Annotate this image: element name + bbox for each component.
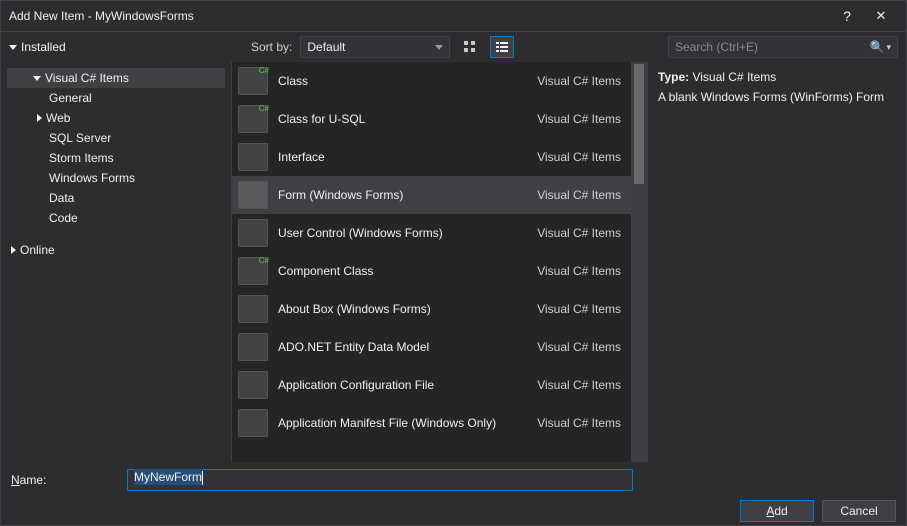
tree-item-online[interactable]: Online: [7, 240, 225, 260]
chevron-down-icon: [33, 76, 41, 81]
template-item-name: Class for U-SQL: [278, 112, 527, 126]
description-text: A blank Windows Forms (WinForms) Form: [658, 90, 896, 104]
name-input[interactable]: MyNewForm: [127, 469, 633, 491]
template-item[interactable]: About Box (Windows Forms) Visual C# Items: [232, 290, 631, 328]
view-list-button[interactable]: [490, 36, 514, 58]
template-item-name: Interface: [278, 150, 527, 164]
template-item[interactable]: Application Manifest File (Windows Only)…: [232, 404, 631, 442]
chevron-right-icon: [37, 114, 42, 122]
tree-header[interactable]: Installed: [9, 40, 239, 54]
template-item-lang: Visual C# Items: [537, 150, 621, 164]
tree-item-general[interactable]: General: [7, 88, 225, 108]
name-row: Name: MyNewForm: [1, 466, 906, 494]
template-item-icon: [238, 333, 268, 361]
template-item-lang: Visual C# Items: [537, 264, 621, 278]
tree-item-label: Code: [49, 211, 78, 225]
template-item-lang: Visual C# Items: [537, 188, 621, 202]
list-icon: [495, 40, 509, 54]
search-icon: 🔍: [870, 40, 885, 54]
tree-item-winforms[interactable]: Windows Forms: [7, 168, 225, 188]
tree-item-label: Web: [46, 111, 70, 125]
template-item-lang: Visual C# Items: [537, 340, 621, 354]
name-label: Name:: [11, 473, 121, 487]
template-item-icon: [238, 219, 268, 247]
type-row: Type: Visual C# Items: [658, 70, 896, 84]
template-item-icon: [238, 371, 268, 399]
window-title: Add New Item - MyWindowsForms: [9, 9, 830, 23]
installed-label: Installed: [21, 40, 66, 54]
grid-icon: [463, 40, 477, 54]
help-button[interactable]: ?: [830, 8, 864, 24]
tree-item-label: Visual C# Items: [45, 71, 129, 85]
template-item[interactable]: Class for U-SQL Visual C# Items: [232, 100, 631, 138]
type-value: Visual C# Items: [692, 70, 776, 84]
tree-item-sqlserver[interactable]: SQL Server: [7, 128, 225, 148]
template-item[interactable]: Class Visual C# Items: [232, 62, 631, 100]
tree-item-label: SQL Server: [49, 131, 111, 145]
template-item-name: Component Class: [278, 264, 527, 278]
category-tree: Visual C# Items General Web SQL Server S…: [1, 62, 231, 462]
template-item-lang: Visual C# Items: [537, 416, 621, 430]
template-item[interactable]: Component Class Visual C# Items: [232, 252, 631, 290]
template-list: Class Visual C# Items Class for U-SQL Visua…: [231, 62, 648, 462]
template-item-lang: Visual C# Items: [537, 302, 621, 316]
name-input-value: MyNewForm: [134, 469, 202, 485]
add-button[interactable]: Add: [740, 500, 814, 522]
template-item-icon: [238, 143, 268, 171]
template-item-name: User Control (Windows Forms): [278, 226, 527, 240]
template-item-lang: Visual C# Items: [537, 226, 621, 240]
template-item[interactable]: ADO.NET Entity Data Model Visual C# Items: [232, 328, 631, 366]
template-item[interactable]: Interface Visual C# Items: [232, 138, 631, 176]
template-item-lang: Visual C# Items: [537, 378, 621, 392]
chevron-down-icon: [9, 45, 17, 50]
template-item[interactable]: User Control (Windows Forms) Visual C# It…: [232, 214, 631, 252]
tree-item-data[interactable]: Data: [7, 188, 225, 208]
tree-item-label: Online: [20, 243, 55, 257]
template-item-name: About Box (Windows Forms): [278, 302, 527, 316]
view-small-icons-button[interactable]: [458, 36, 482, 58]
tree-item-code[interactable]: Code: [7, 208, 225, 228]
main-area: Visual C# Items General Web SQL Server S…: [1, 62, 906, 462]
search-input[interactable]: Search (Ctrl+E) 🔍 ▾: [668, 36, 898, 58]
template-item-lang: Visual C# Items: [537, 112, 621, 126]
tree-item-label: Storm Items: [49, 151, 114, 165]
template-item-icon: [238, 295, 268, 323]
sort-combo[interactable]: Default: [300, 36, 450, 58]
close-button[interactable]: ✕: [864, 8, 898, 24]
template-item-icon: [238, 409, 268, 437]
type-label: Type:: [658, 70, 689, 84]
template-item-icon: [238, 257, 268, 285]
template-item-icon: [238, 181, 268, 209]
template-item[interactable]: Form (Windows Forms) Visual C# Items: [232, 176, 631, 214]
toolbar: Installed Sort by: Default Search (Ctrl+…: [1, 32, 906, 62]
tree-item-label: Windows Forms: [49, 171, 135, 185]
search-placeholder: Search (Ctrl+E): [675, 40, 870, 54]
template-item-name: ADO.NET Entity Data Model: [278, 340, 527, 354]
tree-item-web[interactable]: Web: [7, 108, 225, 128]
template-item[interactable]: Application Configuration File Visual C# …: [232, 366, 631, 404]
scrollbar[interactable]: [631, 62, 647, 462]
dialog-footer: Add Cancel: [1, 494, 906, 526]
tree-item-storm[interactable]: Storm Items: [7, 148, 225, 168]
chevron-down-icon: ▾: [886, 42, 891, 53]
chevron-right-icon: [11, 246, 16, 254]
chevron-down-icon: [435, 45, 443, 50]
template-item-lang: Visual C# Items: [537, 74, 621, 88]
text-caret: [202, 471, 203, 485]
scrollbar-thumb[interactable]: [634, 64, 644, 184]
template-item-icon: [238, 67, 268, 95]
tree-item-label: General: [49, 91, 92, 105]
tree-item-label: Data: [49, 191, 74, 205]
template-item-name: Class: [278, 74, 527, 88]
template-item-name: Form (Windows Forms): [278, 188, 527, 202]
template-item-name: Application Manifest File (Windows Only): [278, 416, 527, 430]
sort-by-label: Sort by:: [251, 40, 292, 54]
titlebar: Add New Item - MyWindowsForms ? ✕: [1, 1, 906, 31]
details-pane: Type: Visual C# Items A blank Windows Fo…: [648, 62, 906, 462]
template-item-icon: [238, 105, 268, 133]
tree-item-csharp-items[interactable]: Visual C# Items: [7, 68, 225, 88]
sort-combo-value: Default: [307, 40, 345, 54]
cancel-button[interactable]: Cancel: [822, 500, 896, 522]
template-item-name: Application Configuration File: [278, 378, 527, 392]
